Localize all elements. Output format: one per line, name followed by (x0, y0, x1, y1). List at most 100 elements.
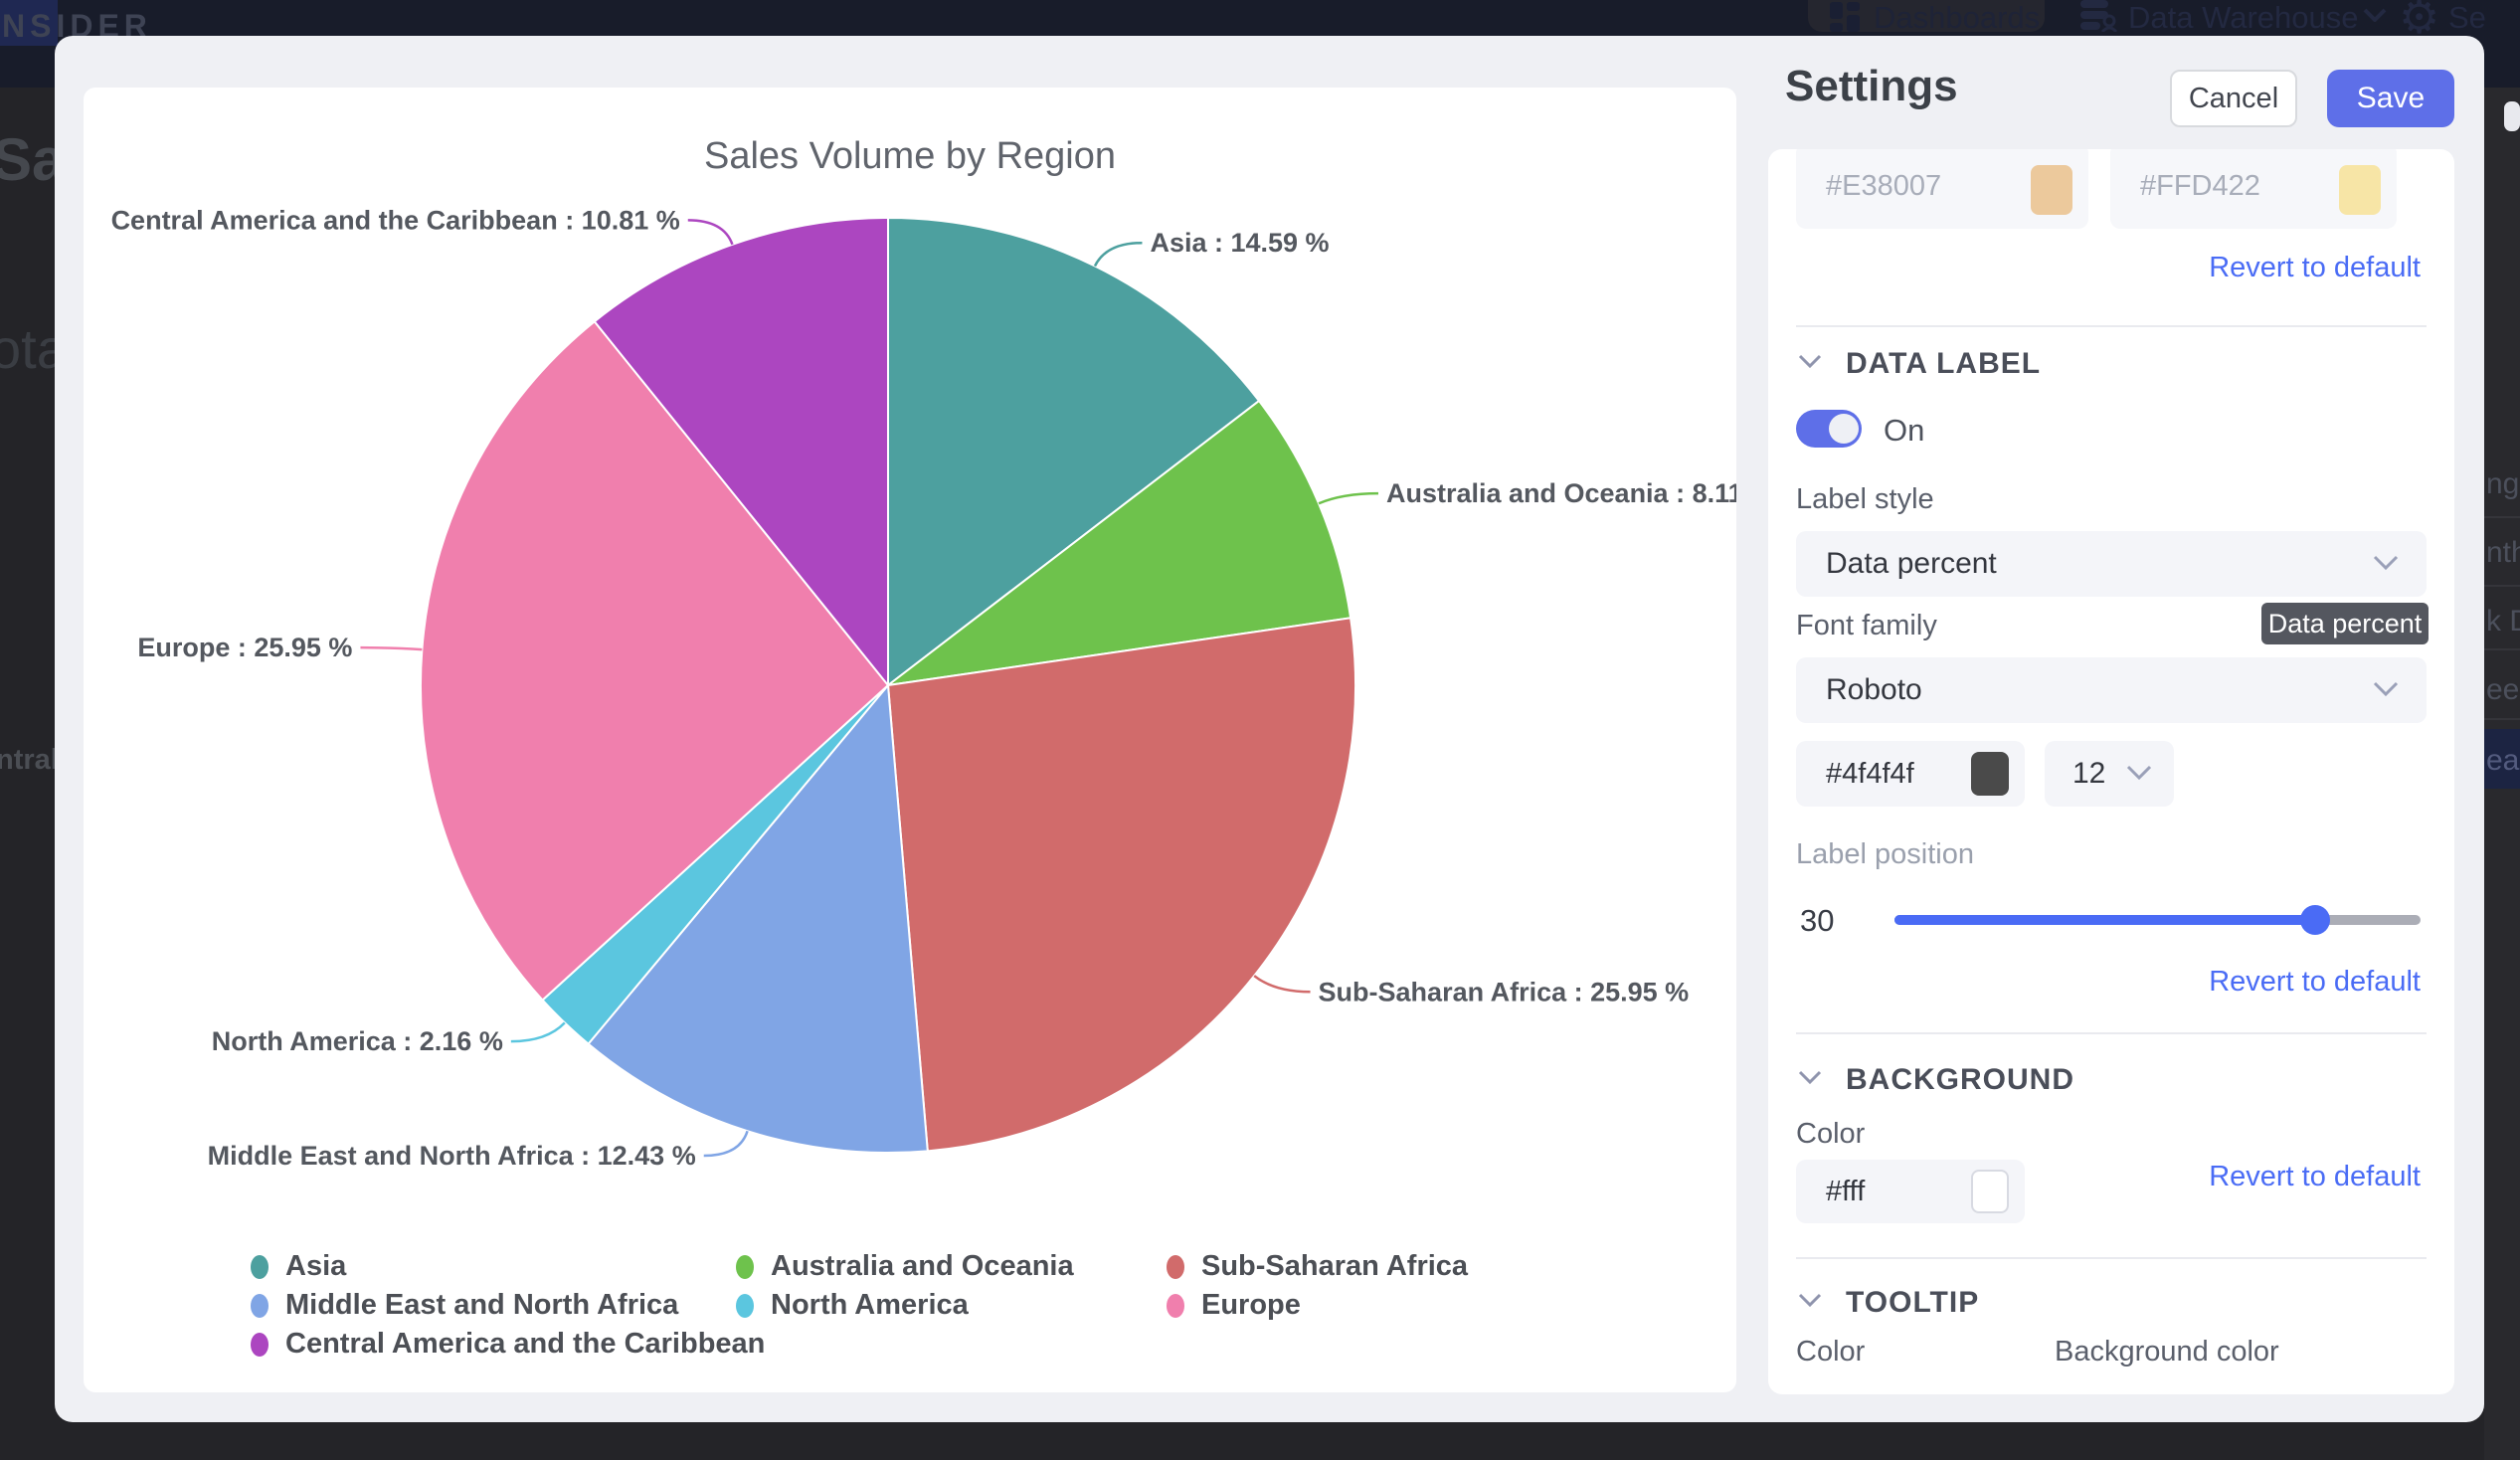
legend-item[interactable]: Australia and Oceania (736, 1247, 1074, 1286)
legend-marker (736, 1255, 754, 1279)
list-item-selected-fragment: ear (2484, 729, 2520, 789)
label-leader-line (1254, 976, 1310, 992)
legend-marker (251, 1333, 269, 1357)
tooltip-bg-color-label: Background color (2055, 1336, 2279, 1369)
legend-label: Central America and the Caribbean (285, 1328, 765, 1361)
background-text-fragment: ntral (0, 744, 59, 777)
tooltip-color-label: Color (1796, 1336, 1865, 1369)
chevron-down-icon[interactable] (1798, 354, 1822, 368)
chevron-down-icon[interactable] (1798, 1070, 1822, 1084)
slider-thumb[interactable] (2300, 905, 2330, 935)
legend-marker (1167, 1255, 1184, 1279)
data-warehouse-icon (2080, 0, 2118, 32)
chevron-down-icon (2126, 765, 2152, 781)
divider (1796, 325, 2427, 327)
slice-label: Middle East and North Africa : 12.43 % (208, 1141, 696, 1171)
slice-label: Sub-Saharan Africa : 25.95 % (1319, 977, 1690, 1006)
chevron-down-icon[interactable] (1798, 1293, 1822, 1307)
list-item-fragment: nth (2486, 536, 2520, 566)
legend-label: Asia (285, 1250, 346, 1283)
label-leader-line (360, 647, 422, 649)
series-color-value-2: #FFD422 (2140, 149, 2260, 229)
tooltip-bubble: Data percent (2261, 603, 2429, 644)
legend-label: Sub-Saharan Africa (1201, 1250, 1468, 1283)
label-style-value: Data percent (1826, 531, 1997, 597)
font-family-label: Font family (1796, 610, 1937, 642)
legend-marker (251, 1294, 269, 1318)
slice-label: Central America and the Caribbean : 10.8… (111, 205, 680, 235)
settings-card: #E38007 #FFD422 Revert to default DATA L… (1768, 149, 2454, 1394)
font-color-value: #4f4f4f (1826, 741, 1914, 807)
label-style-select[interactable]: Data percent (1796, 531, 2427, 597)
nav-dashboards-label: Dashboards (1874, 0, 2040, 36)
legend-item[interactable]: Middle East and North Africa (251, 1286, 765, 1325)
legend-item[interactable]: Asia (251, 1247, 765, 1286)
cancel-button[interactable]: Cancel (2170, 70, 2297, 127)
data-label-toggle[interactable] (1796, 410, 1862, 448)
series-color-value-1: #E38007 (1826, 149, 1941, 229)
label-leader-line (1319, 493, 1378, 503)
legend-item[interactable]: Europe (1167, 1286, 1468, 1325)
background-list-fragment: nge nth k D eek ear (2484, 88, 2520, 1460)
toggle-knob (1829, 414, 1859, 444)
legend-column: Australia and OceaniaNorth America (736, 1247, 1074, 1325)
font-color-input[interactable]: #4f4f4f (1796, 741, 2025, 807)
legend-item[interactable]: North America (736, 1286, 1074, 1325)
background-color-label: Color (1796, 1118, 1865, 1151)
slice-label: Europe : 25.95 % (137, 633, 352, 662)
dashboards-grid-icon (1830, 2, 1862, 32)
chevron-down-icon (2363, 8, 2387, 22)
pie-slice-2[interactable] (888, 618, 1355, 1151)
list-item-fragment: ear (2486, 744, 2520, 774)
list-item-fragment: k D (2486, 605, 2520, 635)
section-header-background[interactable]: BACKGROUND (1846, 1063, 2074, 1097)
color-swatch[interactable] (1971, 1170, 2009, 1213)
panel-title: Settings (1785, 62, 1958, 111)
color-swatch[interactable] (2339, 165, 2381, 215)
screen: NSIDER Dashboards Data Warehouse ⚙ (0, 0, 2520, 1460)
legend-item[interactable]: Central America and the Caribbean (251, 1325, 765, 1364)
font-family-select[interactable]: Roboto (1796, 657, 2427, 723)
divider (2484, 718, 2520, 720)
revert-to-default-link[interactable]: Revert to default (2209, 1161, 2421, 1193)
divider (2484, 585, 2520, 587)
background-color-value: #fff (1826, 1160, 1865, 1223)
slice-label: North America : 2.16 % (212, 1026, 503, 1056)
legend-label: Australia and Oceania (771, 1250, 1074, 1283)
nav-settings-label-fragment: Se (2448, 0, 2486, 36)
legend-item[interactable]: Sub-Saharan Africa (1167, 1247, 1468, 1286)
font-family-value: Roboto (1826, 657, 1922, 723)
color-swatch[interactable] (1971, 752, 2009, 796)
background-color-input[interactable]: #fff (1796, 1160, 2025, 1223)
revert-to-default-link[interactable]: Revert to default (2209, 252, 2421, 284)
toggle-state-label: On (1884, 413, 1924, 449)
list-item-fragment: eek (2486, 673, 2520, 703)
label-position-slider[interactable] (1894, 915, 2421, 925)
label-leader-line (511, 1022, 565, 1041)
slider-fill (1894, 915, 2315, 925)
divider (1796, 1257, 2427, 1259)
label-position-label: Label position (1796, 838, 1974, 871)
legend-column: Sub-Saharan Africa Europe (1167, 1247, 1468, 1325)
legend-column: Asia Middle East and North Africa Central … (251, 1247, 765, 1364)
color-swatch[interactable] (2031, 165, 2072, 215)
pie-chart[interactable]: Asia : 14.59 %Australia and Oceania : 8.… (84, 88, 1736, 1392)
divider (1796, 1032, 2427, 1034)
label-style-label: Label style (1796, 483, 1934, 516)
font-size-value: 12 (2072, 741, 2105, 807)
font-size-select[interactable]: 12 (2045, 741, 2174, 807)
label-leader-line (1095, 243, 1143, 266)
legend-label: Europe (1201, 1289, 1301, 1322)
section-header-data-label[interactable]: DATA LABEL (1846, 347, 2041, 381)
series-color-input-2[interactable]: #FFD422 (2110, 149, 2397, 229)
legend-label: Middle East and North Africa (285, 1289, 678, 1322)
series-color-input-1[interactable]: #E38007 (1796, 149, 2088, 229)
divider (2484, 648, 2520, 650)
save-button[interactable]: Save (2327, 70, 2454, 127)
chevron-down-icon (2373, 555, 2399, 571)
section-header-tooltip[interactable]: TOOLTIP (1846, 1286, 1979, 1320)
label-leader-line (704, 1131, 748, 1156)
revert-to-default-link[interactable]: Revert to default (2209, 966, 2421, 999)
settings-modal: Sales Volume by Region Asia : 14.59 %Aus… (55, 36, 2484, 1422)
label-leader-line (688, 220, 733, 245)
